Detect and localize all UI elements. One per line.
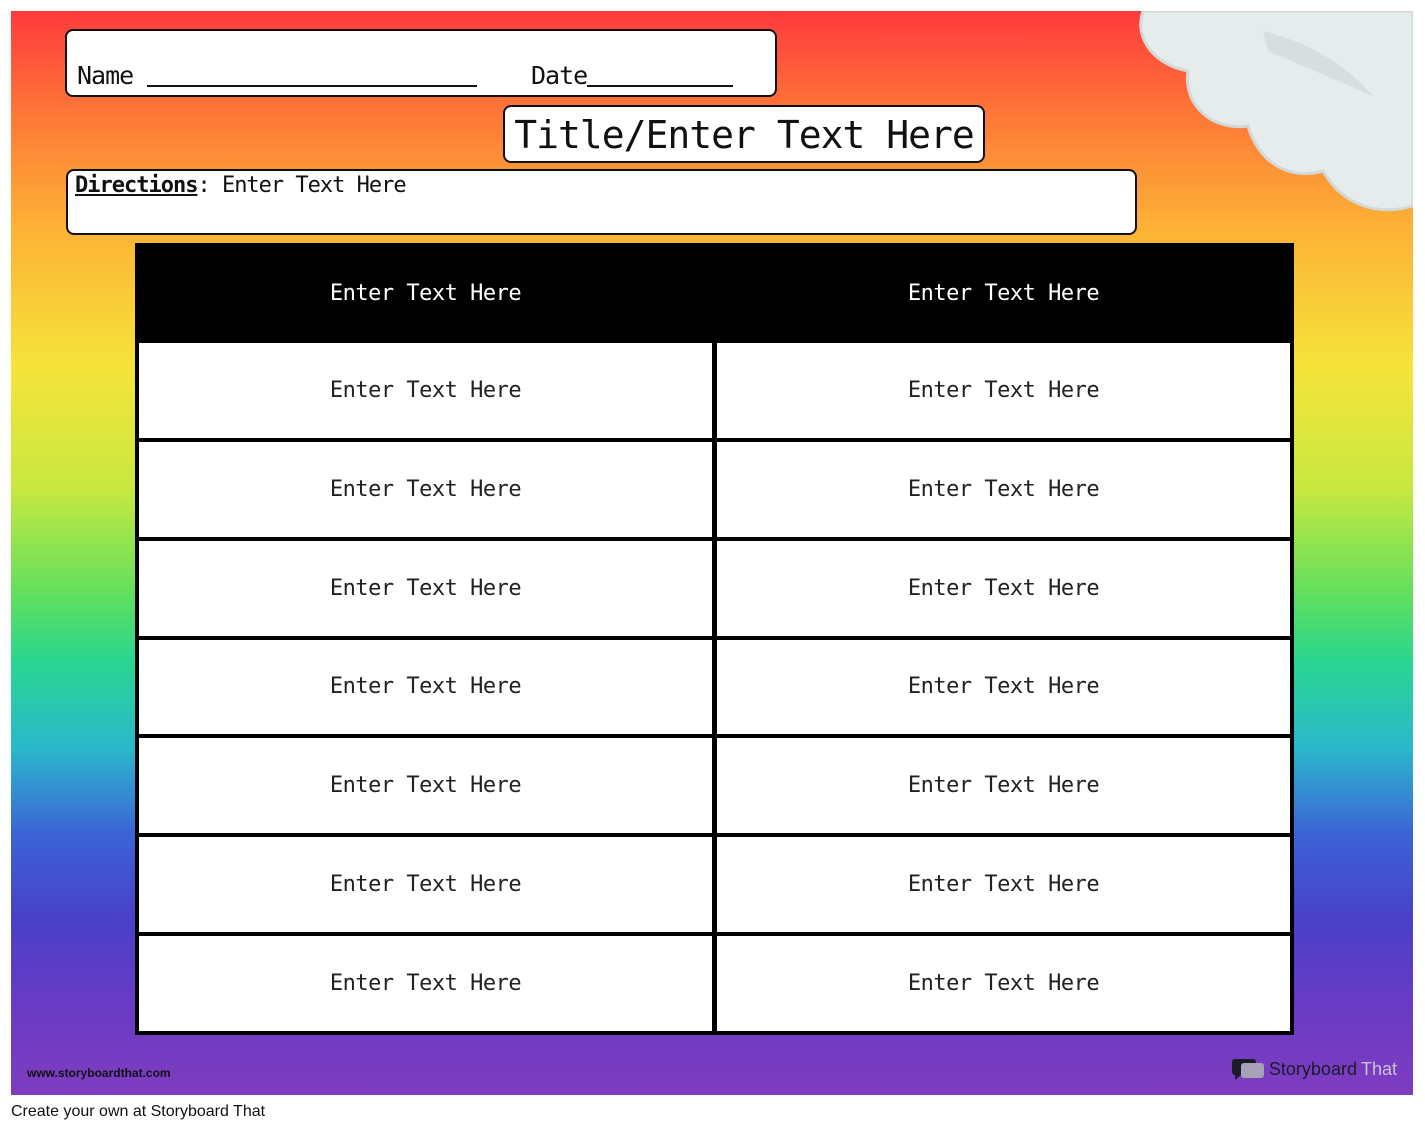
page-title: Title/Enter Text Here xyxy=(514,113,974,157)
name-label: Name xyxy=(77,61,134,90)
footer-caption[interactable]: Create your own at Storyboard That xyxy=(11,1103,265,1121)
header-cell-left[interactable]: Enter Text Here xyxy=(139,247,712,339)
worksheet: Name Date Title/Enter Text Here Directio… xyxy=(11,11,1413,1095)
table-cell[interactable]: Enter Text Here xyxy=(139,639,712,735)
directions-box[interactable]: Directions: Enter Text Here xyxy=(66,169,1137,235)
date-label: Date xyxy=(531,61,588,90)
table-cell[interactable]: Enter Text Here xyxy=(139,837,712,933)
name-line[interactable] xyxy=(147,85,477,87)
directions-label: Directions xyxy=(75,173,198,198)
table-cell[interactable]: Enter Text Here xyxy=(717,738,1290,834)
table-cell[interactable]: Enter Text Here xyxy=(139,936,712,1031)
table-cell[interactable]: Enter Text Here xyxy=(717,936,1290,1031)
name-date-box: Name Date xyxy=(65,29,777,97)
brand-name-part2: That xyxy=(1360,1058,1397,1079)
table-cell[interactable]: Enter Text Here xyxy=(139,441,712,537)
header-cell-right[interactable]: Enter Text Here xyxy=(717,247,1290,339)
footer-url[interactable]: www.storyboardthat.com xyxy=(27,1066,171,1080)
table-cell[interactable]: Enter Text Here xyxy=(139,540,712,636)
brand-logo[interactable]: Storyboard That xyxy=(1231,1057,1397,1081)
date-line[interactable] xyxy=(587,85,733,87)
brand-name-part1: Storyboard xyxy=(1268,1058,1357,1079)
table-cell[interactable]: Enter Text Here xyxy=(717,343,1290,438)
directions-line: Directions: Enter Text Here xyxy=(75,173,407,198)
title-box[interactable]: Title/Enter Text Here xyxy=(503,105,985,163)
table-cell[interactable]: Enter Text Here xyxy=(717,639,1290,735)
table-cell[interactable]: Enter Text Here xyxy=(717,441,1290,537)
table-cell[interactable]: Enter Text Here xyxy=(139,343,712,438)
table-cell[interactable]: Enter Text Here xyxy=(717,837,1290,933)
directions-text: : Enter Text Here xyxy=(197,173,406,198)
table-cell[interactable]: Enter Text Here xyxy=(139,738,712,834)
table-cell[interactable]: Enter Text Here xyxy=(717,540,1290,636)
speech-bubble-icon xyxy=(1231,1059,1264,1080)
chart-table: Enter Text Here Enter Text Here Enter Te… xyxy=(135,243,1294,1035)
